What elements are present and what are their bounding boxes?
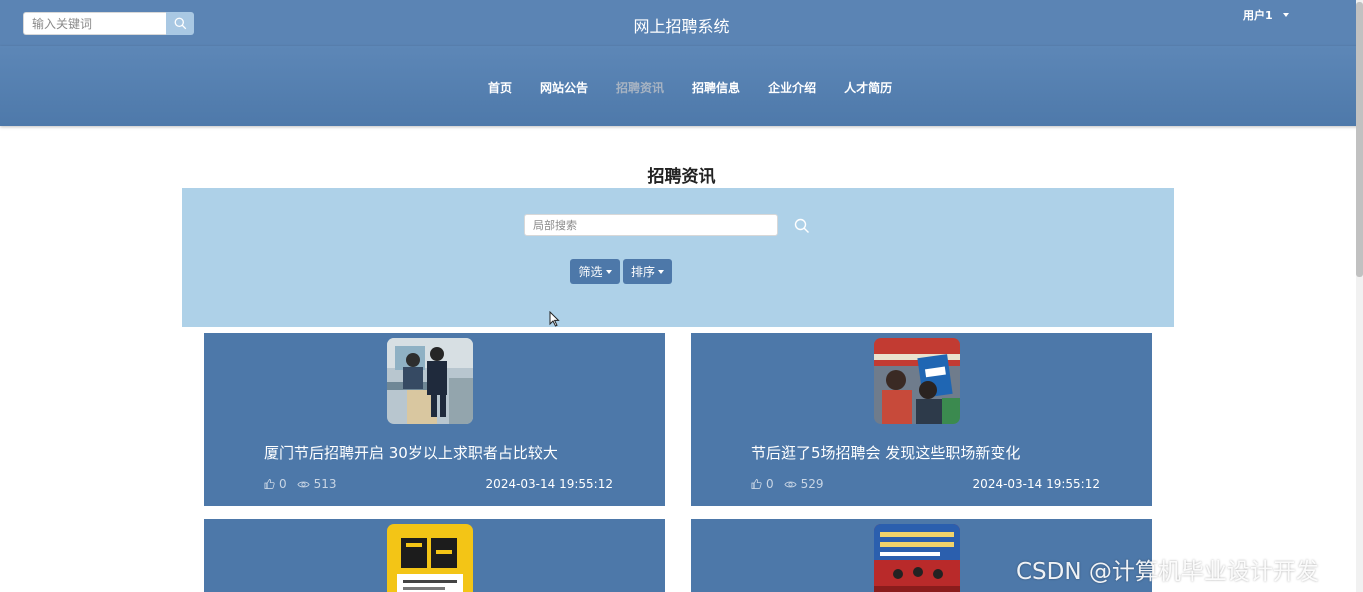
site-title: 网上招聘系统 <box>633 17 730 36</box>
view-count: 529 <box>800 477 824 491</box>
scrollbar-thumb[interactable] <box>1356 2 1363 277</box>
nav-item-job-info[interactable]: 招聘信息 <box>692 79 740 96</box>
chevron-down-icon <box>658 269 664 274</box>
main-navbar: 首页 网站公告 招聘资讯 招聘信息 企业介绍 人才简历 <box>0 46 1363 126</box>
filter-label: 筛选 <box>578 265 603 279</box>
view-count: 513 <box>313 477 337 491</box>
eye-icon <box>784 481 797 487</box>
nav-item-companies[interactable]: 企业介绍 <box>768 79 816 96</box>
news-card[interactable]: 厦门节后招聘开启 30岁以上求职者占比较大 0 513 2024-03-14 1… <box>204 333 665 506</box>
page-scrollbar[interactable] <box>1356 0 1363 592</box>
filter-panel: 筛选 排序 <box>182 188 1174 327</box>
filter-dropdown-button[interactable]: 筛选 <box>570 259 620 284</box>
top-bar: 网上招聘系统 用户1 <box>0 0 1363 46</box>
local-search-input[interactable] <box>524 214 778 236</box>
news-thumbnail-recruitment-poster[interactable] <box>387 524 473 592</box>
nav-item-recruit-news[interactable]: 招聘资讯 <box>616 79 664 96</box>
news-title[interactable]: 厦门节后招聘开启 30岁以上求职者占比较大 <box>264 442 558 463</box>
like-count: 0 <box>279 477 287 491</box>
news-card[interactable]: 节后逛了5场招聘会 发现这些职场新变化 0 529 2024-03-14 19:… <box>691 333 1152 506</box>
news-thumbnail-office-interview[interactable] <box>387 338 473 424</box>
csdn-watermark: CSDN @计算机毕业设计开发 <box>1016 559 1319 585</box>
eye-icon <box>297 481 310 487</box>
news-stats: 0 513 <box>264 477 347 491</box>
user-name: 用户1 <box>1243 9 1273 22</box>
thumbs-up-icon[interactable] <box>264 478 275 490</box>
thumbs-up-icon[interactable] <box>751 478 762 490</box>
news-card[interactable] <box>204 519 665 592</box>
sort-label: 排序 <box>630 265 655 279</box>
news-thumbnail-livestream-stage[interactable] <box>874 524 960 592</box>
like-count: 0 <box>766 477 774 491</box>
news-title[interactable]: 节后逛了5场招聘会 发现这些职场新变化 <box>751 442 1020 463</box>
chevron-down-icon <box>605 269 612 274</box>
news-timestamp: 2024-03-14 19:55:12 <box>972 477 1100 491</box>
nav-item-home[interactable]: 首页 <box>488 79 512 96</box>
nav-item-announcements[interactable]: 网站公告 <box>540 79 588 96</box>
nav-menu: 首页 网站公告 招聘资讯 招聘信息 企业介绍 人才简历 <box>474 79 906 96</box>
news-stats: 0 529 <box>751 477 834 491</box>
search-icon[interactable] <box>794 218 810 234</box>
chevron-down-icon <box>1282 13 1289 17</box>
news-timestamp: 2024-03-14 19:55:12 <box>485 477 613 491</box>
news-thumbnail-job-fair[interactable] <box>874 338 960 424</box>
page-title: 招聘资讯 <box>647 167 716 187</box>
nav-item-resumes[interactable]: 人才简历 <box>844 79 892 96</box>
mouse-cursor-icon <box>549 311 560 327</box>
user-menu[interactable]: 用户1 <box>1243 7 1289 23</box>
sort-dropdown-button[interactable]: 排序 <box>623 259 672 284</box>
